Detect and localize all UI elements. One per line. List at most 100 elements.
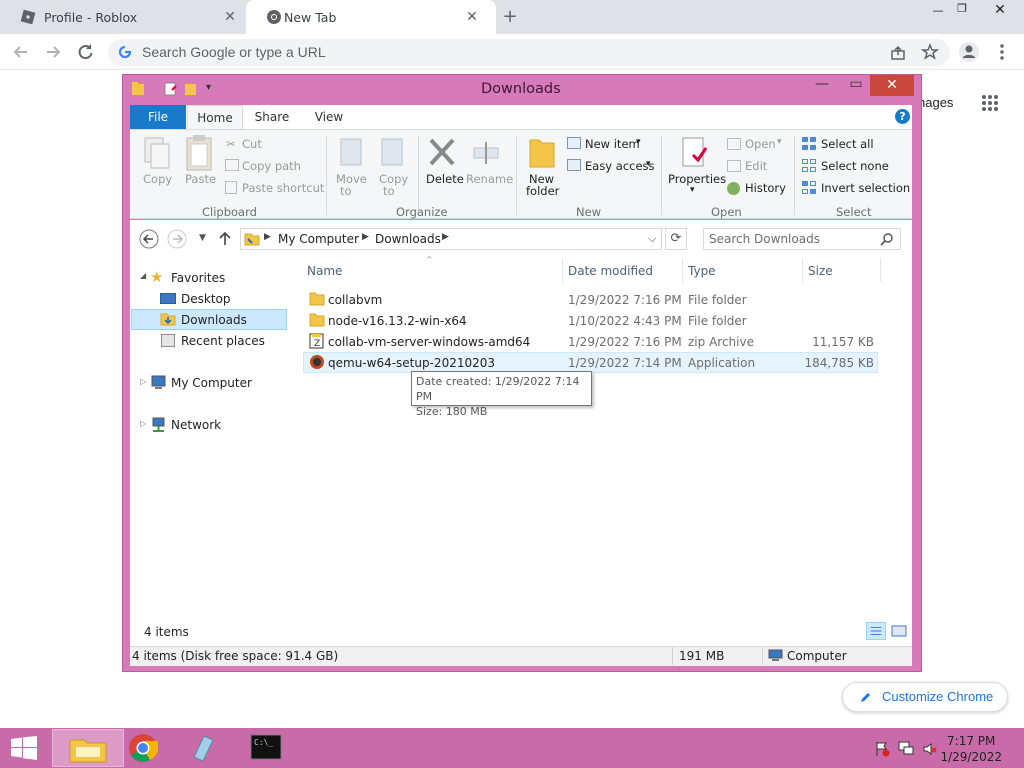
nav-desktop[interactable]: Desktop: [181, 292, 231, 306]
breadcrumb-downloads[interactable]: Downloads: [375, 232, 441, 246]
explorer-app-icon[interactable]: [131, 81, 145, 97]
breadcrumb-separator-icon[interactable]: ▶: [442, 232, 449, 242]
expand-network-icon[interactable]: ▷: [140, 419, 146, 428]
new-folder-button-line2[interactable]: folder: [526, 184, 559, 198]
file-row-selected[interactable]: qemu-w64-setup-20210203 1/29/2022 7:14 P…: [303, 352, 878, 373]
forward-arrow-icon[interactable]: [167, 229, 187, 249]
help-icon[interactable]: ?: [895, 109, 910, 124]
edit-button[interactable]: Edit: [745, 159, 767, 173]
tab-new-tab[interactable]: New Tab ✕: [246, 0, 496, 34]
open-button[interactable]: Open: [745, 137, 776, 151]
nav-network[interactable]: Network: [171, 418, 221, 432]
menu-kebab-icon[interactable]: [996, 43, 1008, 61]
tab-roblox[interactable]: Profile - Roblox ✕: [0, 0, 246, 34]
apps-grid-icon[interactable]: [981, 94, 999, 112]
breadcrumb-separator-icon[interactable]: ▶: [362, 232, 369, 242]
images-link[interactable]: nages: [918, 95, 953, 110]
maximize-window-button[interactable]: ▭: [842, 76, 870, 96]
edit-icon: [727, 160, 741, 172]
close-browser-button[interactable]: ✕: [986, 2, 1014, 18]
action-center-flag-icon[interactable]: [874, 741, 890, 757]
history-button[interactable]: History: [745, 181, 786, 195]
delete-button[interactable]: Delete: [426, 172, 464, 186]
breadcrumb-separator-icon[interactable]: ▶: [264, 232, 271, 242]
new-tab-button[interactable]: +: [500, 7, 520, 27]
column-size[interactable]: Size: [808, 264, 833, 278]
column-separator[interactable]: [562, 258, 563, 282]
group-separator: [516, 135, 517, 215]
tab-share[interactable]: Share: [248, 105, 296, 129]
new-folder-qa-icon[interactable]: [184, 81, 198, 97]
file-date: 1/29/2022 7:16 PM: [568, 293, 682, 307]
customize-chrome-button[interactable]: Customize Chrome: [842, 682, 1008, 712]
bookmark-star-icon[interactable]: [921, 43, 939, 61]
file-row[interactable]: node-v16.13.2-win-x64 1/10/2022 4:43 PM …: [303, 310, 878, 331]
system-clock[interactable]: 7:17 PM 1/29/2022: [940, 733, 1002, 765]
easy-access-button[interactable]: Easy access: [585, 159, 655, 173]
address-dropdown-chevron-icon[interactable]: ⌵: [648, 232, 656, 246]
omnibox-placeholder[interactable]: Search Google or type a URL: [142, 44, 326, 60]
close-tab-icon[interactable]: ✕: [464, 9, 480, 25]
sort-ascending-icon: ^: [426, 255, 433, 264]
minimize-window-button[interactable]: —: [808, 76, 836, 96]
new-item-button[interactable]: New item: [585, 137, 640, 151]
expand-favorites-icon[interactable]: ◢: [140, 271, 146, 280]
computer-icon: [151, 375, 166, 389]
copy-button[interactable]: Copy: [143, 172, 172, 186]
network-tray-icon[interactable]: [898, 741, 914, 757]
tab-home[interactable]: Home: [187, 105, 243, 129]
windows-start-icon[interactable]: [10, 736, 38, 760]
select-all-button[interactable]: Select all: [821, 137, 874, 151]
back-arrow-icon[interactable]: [139, 229, 159, 249]
file-row[interactable]: collabvm 1/29/2022 7:16 PM File folder: [303, 289, 878, 310]
recent-locations-chevron-icon[interactable]: ▼: [199, 233, 206, 243]
breadcrumb-my-computer[interactable]: My Computer: [278, 232, 359, 246]
expand-computer-icon[interactable]: ▷: [140, 377, 146, 386]
copy-to-button-line2[interactable]: to: [383, 184, 395, 198]
move-to-icon: [340, 138, 362, 166]
back-icon[interactable]: [10, 41, 32, 63]
taskbar-cmd-button[interactable]: C:\_: [230, 729, 302, 767]
file-row[interactable]: Z collab-vm-server-windows-amd64 1/29/20…: [303, 331, 878, 352]
profile-avatar-icon[interactable]: [958, 41, 980, 63]
customize-qa-chevron-icon[interactable]: ▾: [206, 82, 211, 93]
column-separator[interactable]: [802, 258, 803, 282]
close-window-button[interactable]: ✕: [870, 75, 914, 96]
star-icon: ★: [150, 268, 164, 286]
column-date-modified[interactable]: Date modified: [568, 264, 653, 278]
forward-icon[interactable]: [42, 41, 64, 63]
volume-muted-icon[interactable]: [922, 741, 938, 757]
reload-icon[interactable]: [74, 41, 96, 63]
properties-button[interactable]: Properties: [668, 172, 726, 186]
paste-button[interactable]: Paste: [185, 172, 216, 186]
cut-button[interactable]: Cut: [242, 137, 262, 151]
group-separator: [326, 135, 327, 215]
refresh-button[interactable]: ⟳: [665, 228, 687, 250]
close-tab-icon[interactable]: ✕: [222, 9, 238, 25]
details-view-icon[interactable]: [866, 622, 886, 640]
nav-my-computer[interactable]: My Computer: [171, 376, 252, 390]
properties-qa-icon[interactable]: [164, 81, 178, 97]
search-icon[interactable]: [880, 232, 894, 246]
computer-icon: [768, 649, 783, 661]
column-separator[interactable]: [682, 258, 683, 282]
tab-file[interactable]: File: [130, 105, 186, 129]
column-type[interactable]: Type: [688, 264, 716, 278]
rename-button[interactable]: Rename: [466, 172, 513, 186]
paste-shortcut-button[interactable]: Paste shortcut: [242, 181, 324, 195]
nav-recent-places[interactable]: Recent places: [181, 334, 265, 348]
select-none-button[interactable]: Select none: [821, 159, 889, 173]
restore-button[interactable]: ❐: [948, 2, 976, 18]
tab-view[interactable]: View: [304, 105, 354, 129]
up-arrow-icon[interactable]: [218, 231, 232, 247]
share-icon[interactable]: [889, 44, 907, 62]
column-name[interactable]: Name: [307, 264, 342, 278]
copy-path-button[interactable]: Copy path: [242, 159, 301, 173]
nav-favorites[interactable]: Favorites: [171, 271, 225, 285]
nav-downloads[interactable]: Downloads: [181, 313, 247, 327]
large-icons-view-icon[interactable]: [889, 622, 909, 640]
move-to-button-line2[interactable]: to: [340, 184, 352, 198]
column-separator[interactable]: [880, 258, 881, 282]
invert-selection-button[interactable]: Invert selection: [821, 181, 910, 195]
search-placeholder[interactable]: Search Downloads: [709, 232, 820, 246]
